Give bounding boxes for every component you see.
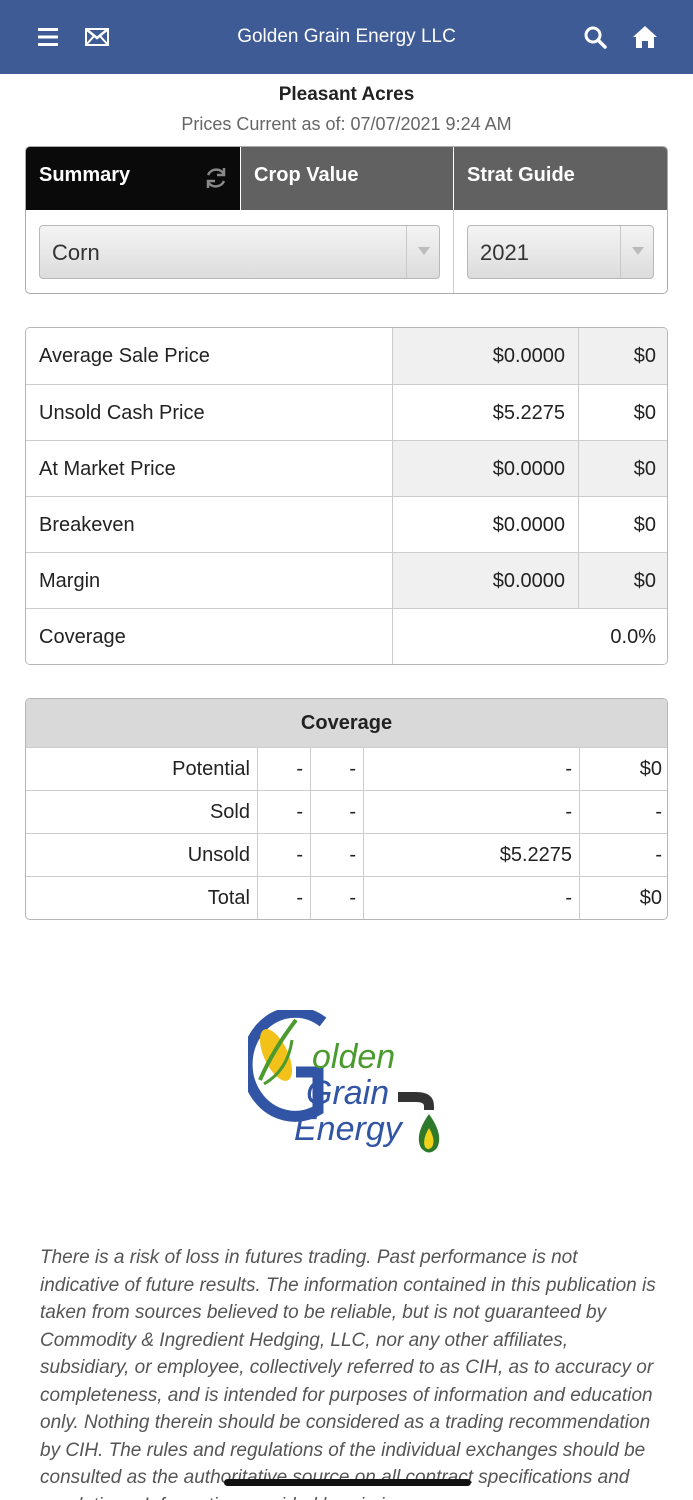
tab-crop-value[interactable]: Crop Value (241, 147, 453, 210)
cell: - (363, 877, 579, 919)
tab-summary[interactable]: Summary (26, 147, 240, 210)
risk-disclaimer: There is a risk of loss in futures tradi… (40, 1247, 656, 1500)
coverage-row: Coverage 0.0% (26, 608, 667, 664)
chevron-down-icon (406, 226, 439, 278)
coverage-table: Coverage Potential - - - $0 Sold - - - -… (25, 698, 668, 920)
search-icon[interactable] (578, 20, 612, 54)
cell: $0 (579, 748, 667, 790)
row-price: $5.2275 (392, 385, 578, 440)
cell: - (310, 877, 363, 919)
table-row: At Market Price $0.0000 $0 (26, 440, 667, 496)
golden-grain-energy-logo: olden Grain Energy (241, 1006, 448, 1160)
cell: - (579, 834, 667, 876)
cell: - (310, 748, 363, 790)
row-label: At Market Price (26, 441, 392, 496)
table-row: Margin $0.0000 $0 (26, 552, 667, 608)
tab-summary-label: Summary (39, 164, 131, 186)
logo-line1: olden (312, 1038, 395, 1076)
coverage-label: Coverage (26, 609, 392, 664)
top-navigation-bar: Golden Grain Energy LLC (0, 0, 693, 74)
logo-line2: Grain (306, 1074, 389, 1112)
location-name: Pleasant Acres (278, 84, 415, 105)
coverage-table-title: Coverage (26, 699, 667, 747)
home-icon[interactable] (628, 20, 662, 54)
table-row: Unsold Cash Price $5.2275 $0 (26, 384, 667, 440)
row-label: Unsold Cash Price (26, 385, 392, 440)
refresh-icon[interactable] (204, 166, 228, 190)
row-label: Unsold (187, 844, 250, 866)
crop-select[interactable]: Corn (39, 225, 440, 279)
row-total: $0 (578, 441, 667, 496)
cell: $0 (579, 877, 667, 919)
cell: - (257, 791, 310, 833)
year-select-value: 2021 (480, 240, 529, 265)
row-price: $0.0000 (392, 328, 578, 384)
cell: - (257, 748, 310, 790)
table-row: Unsold - - $5.2275 - (26, 833, 667, 876)
cell: $5.2275 (363, 834, 579, 876)
row-label: Sold (209, 801, 250, 823)
summary-table: Average Sale Price $0.0000 $0 Unsold Cas… (25, 327, 668, 665)
logo-line3: Energy (294, 1110, 404, 1148)
cell: - (579, 791, 667, 833)
row-label: Total (207, 887, 250, 909)
row-label: Breakeven (26, 497, 392, 552)
row-label: Margin (26, 553, 392, 608)
table-row: Sold - - - - (26, 790, 667, 833)
home-indicator[interactable] (224, 1479, 471, 1486)
tabs-divider (453, 210, 454, 293)
row-total: $0 (578, 497, 667, 552)
coverage-value: 0.0% (392, 609, 667, 664)
row-price: $0.0000 (392, 441, 578, 496)
cell: - (257, 877, 310, 919)
row-total: $0 (578, 385, 667, 440)
row-label: Potential (172, 758, 250, 780)
row-price: $0.0000 (392, 553, 578, 608)
table-row: Potential - - - $0 (26, 747, 667, 790)
prices-current-timestamp: Prices Current as of: 07/07/2021 9:24 AM (181, 114, 512, 134)
cell: - (257, 834, 310, 876)
year-select[interactable]: 2021 (467, 225, 654, 279)
table-row: Average Sale Price $0.0000 $0 (26, 328, 667, 384)
row-total: $0 (578, 553, 667, 608)
table-row: Total - - - $0 (26, 876, 667, 919)
chevron-down-icon (620, 226, 653, 278)
cell: - (310, 791, 363, 833)
tab-strat-guide[interactable]: Strat Guide (454, 147, 667, 210)
cell: - (363, 791, 579, 833)
crop-select-value: Corn (52, 240, 100, 265)
row-price: $0.0000 (392, 497, 578, 552)
cell: - (363, 748, 579, 790)
tabs-panel: Summary Crop Value Strat Guide Corn 2021 (25, 146, 668, 294)
cell: - (310, 834, 363, 876)
table-row: Breakeven $0.0000 $0 (26, 496, 667, 552)
row-label: Average Sale Price (26, 328, 392, 384)
row-total: $0 (578, 328, 667, 384)
